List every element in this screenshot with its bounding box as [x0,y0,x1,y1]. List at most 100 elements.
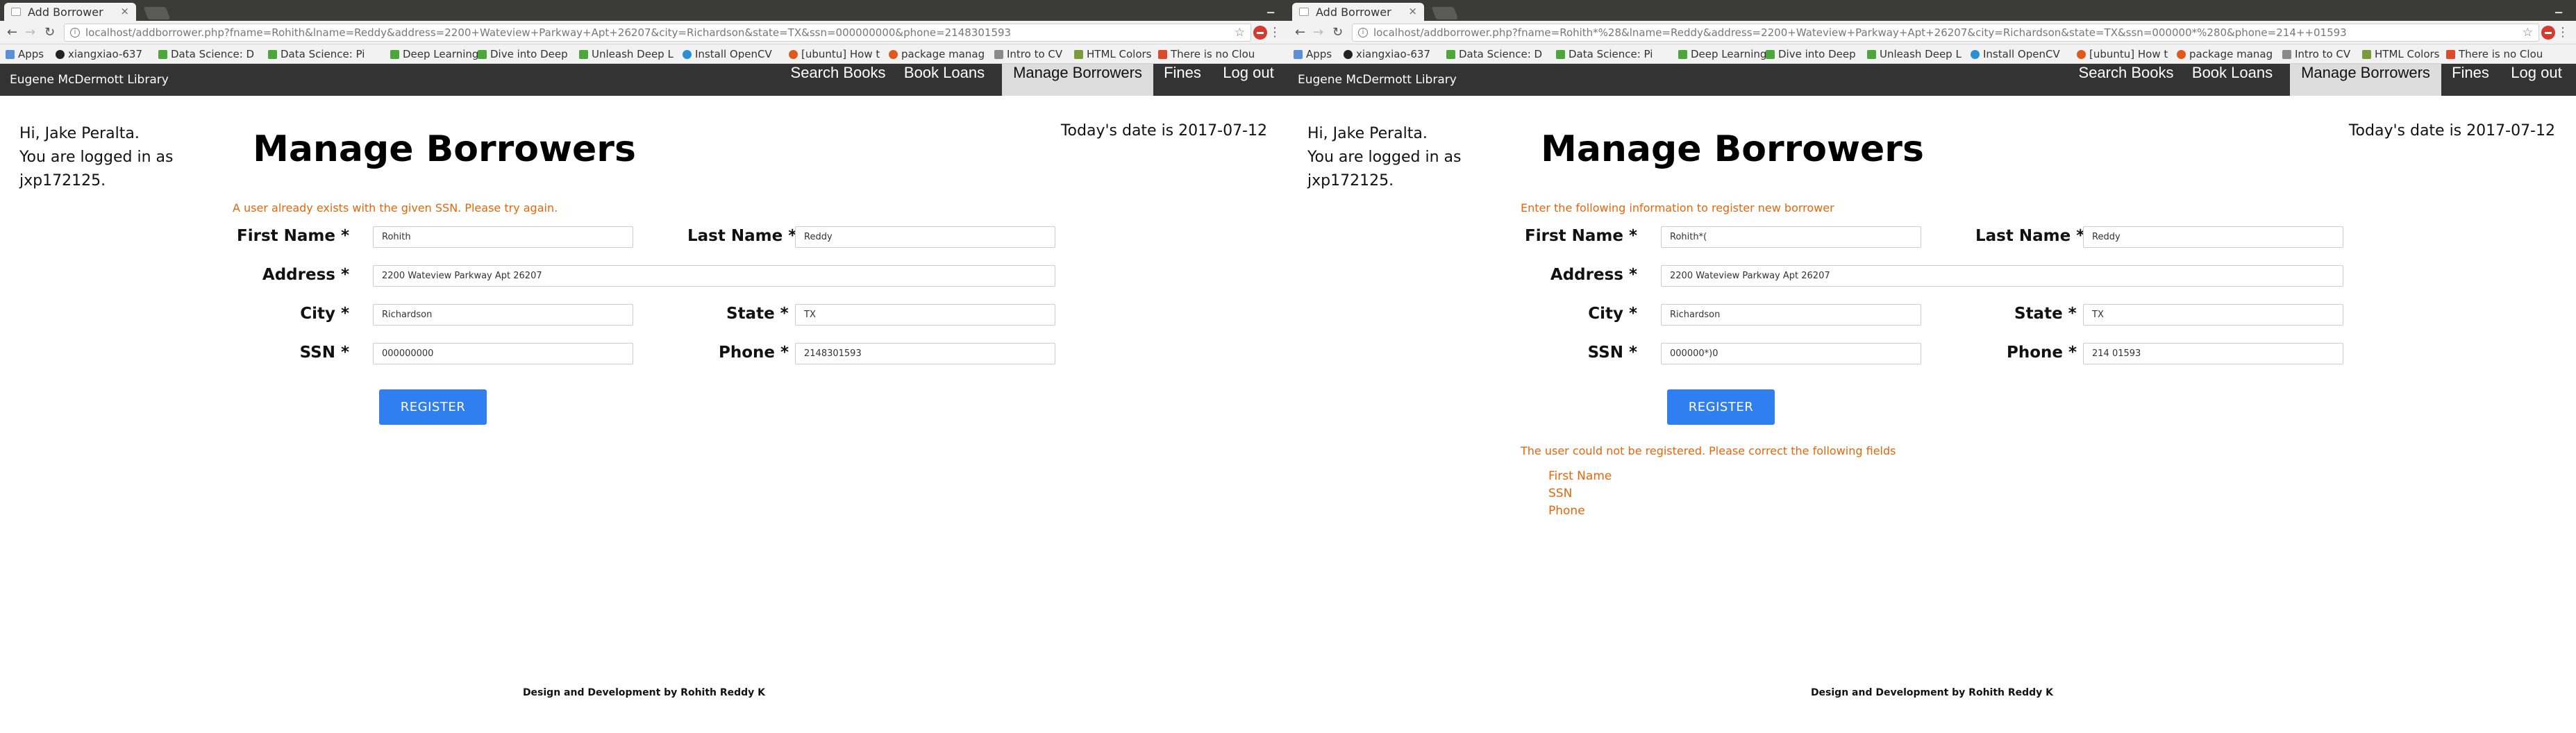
bookmark-item[interactable]: Dive into Deep [478,48,568,60]
page-title: Manage Borrowers [1541,128,1924,170]
browser-tab[interactable]: Add Borrower × [1292,3,1424,21]
state-label: State * [2014,305,2077,323]
github-icon [1344,50,1353,59]
minimize-icon[interactable]: ▁ [2555,3,2566,14]
first-name-field[interactable]: Rohith [373,226,633,248]
city-label: City * [1588,305,1637,323]
status-message: Enter the following information to regis… [1521,201,1834,214]
kebab-menu-icon[interactable]: ⋮ [2557,25,2569,40]
info-icon[interactable]: i [1358,28,1368,37]
apps-icon [6,50,15,59]
last-name-field[interactable]: Reddy [795,226,1055,248]
site-navbar: Eugene McDermott Library Search Books Bo… [0,64,1288,96]
nav-search-books[interactable]: Search Books [2075,64,2177,96]
url-input[interactable]: i localhost/addborrower.php?fname=Rohith… [1352,24,2539,42]
tab-title: Add Borrower [1316,6,1391,19]
nav-fines[interactable]: Fines [2443,64,2498,96]
bookmark-item[interactable]: xiangxiao-637 [56,48,142,60]
nav-manage-borrowers[interactable]: Manage Borrowers [1002,64,1153,96]
nav-book-loans[interactable]: Book Loans [901,64,987,96]
bookmark-item[interactable]: HTML Colors [2362,48,2440,60]
back-icon[interactable]: ← [1295,25,1305,40]
nav-log-out[interactable]: Log out [1214,64,1283,96]
city-field[interactable]: Richardson [1661,304,1921,326]
phone-field[interactable]: 2148301593 [795,343,1055,364]
back-icon[interactable]: ← [7,25,17,40]
bookmark-item[interactable]: Dive into Deep [1766,48,1856,60]
greeting-line: You are logged in as [19,149,174,166]
ssn-field[interactable]: 000000*)0 [1661,343,1921,364]
url-input[interactable]: i localhost/addborrower.php?fname=Rohith… [64,24,1251,42]
library-brand[interactable]: Eugene McDermott Library [10,73,169,87]
city-field[interactable]: Richardson [373,304,633,326]
bookmark-folder[interactable]: Intro to CV [994,48,1062,60]
forward-icon[interactable]: → [1313,25,1323,40]
reload-icon[interactable]: ↻ [44,25,55,40]
extension-icon[interactable] [2541,26,2555,40]
nav-log-out[interactable]: Log out [2502,64,2571,96]
library-brand[interactable]: Eugene McDermott Library [1298,73,1457,87]
bookmark-item[interactable]: xiangxiao-637 [1344,48,1430,60]
register-button[interactable]: REGISTER [379,389,487,425]
bookmark-item[interactable]: Data Science: Pi [268,48,365,60]
browser-window-left: Add Borrower × ▁ ← → ↻ i localhost/addbo… [0,0,1288,733]
bookmark-item[interactable]: Data Science: D [158,48,254,60]
bookmark-folder[interactable]: Intro to CV [2282,48,2350,60]
reload-icon[interactable]: ↻ [1332,25,1343,40]
last-name-field[interactable]: Reddy [2083,226,2343,248]
apps-icon [1294,50,1303,59]
ubuntu-icon [2177,50,2186,59]
address-field[interactable]: 2200 Wateview Parkway Apt 26207 [373,265,1055,287]
bookmark-item[interactable]: Deep Learning [390,48,478,60]
greeting-line: Hi, Jake Peralta. [1307,125,1428,142]
nav-manage-borrowers[interactable]: Manage Borrowers [2290,64,2441,96]
bookmark-item[interactable]: Install OpenCV [1971,48,2060,60]
first-name-field[interactable]: Rohith*( [1661,226,1921,248]
udemy-icon [1766,50,1775,59]
bookmark-item[interactable]: Install OpenCV [683,48,772,60]
new-tab-button[interactable] [1431,7,1459,19]
minimize-icon[interactable]: ▁ [1267,3,1278,14]
register-button[interactable]: REGISTER [1667,389,1775,425]
new-tab-button[interactable] [143,7,171,19]
tab-strip: Add Borrower × ▁ [1288,0,2576,21]
bookmark-item[interactable]: [ubuntu] How t [2077,48,2168,60]
phone-field[interactable]: 214 01593 [2083,343,2343,364]
forward-icon[interactable]: → [25,25,35,40]
bookmark-item[interactable]: Deep Learning [1678,48,1766,60]
page-icon [11,8,21,16]
extension-icon[interactable] [1253,26,1267,40]
close-tab-icon[interactable]: × [1408,5,1417,17]
kebab-menu-icon[interactable]: ⋮ [1269,25,1281,40]
bookmark-star-icon[interactable]: ☆ [2523,26,2533,40]
state-field[interactable]: TX [795,304,1055,326]
info-icon[interactable]: i [70,28,80,37]
bookmark-item[interactable]: Data Science: D [1446,48,1542,60]
address-field[interactable]: 2200 Wateview Parkway Apt 26207 [1661,265,2343,287]
bookmark-item[interactable]: There is no Clou [2446,48,2543,60]
state-field[interactable]: TX [2083,304,2343,326]
bookmark-item[interactable]: package manag [2177,48,2273,60]
bookmark-item[interactable]: Unleash Deep L [579,48,674,60]
bookmark-item[interactable]: package manag [889,48,985,60]
close-tab-icon[interactable]: × [120,5,129,17]
bookmark-item[interactable]: HTML Colors [1074,48,1152,60]
browser-tab[interactable]: Add Borrower × [4,3,136,21]
udemy-icon [1446,50,1455,59]
nav-search-books[interactable]: Search Books [787,64,889,96]
todays-date: Today's date is 2017-07-12 [1060,122,1267,140]
udemy-icon [1556,50,1565,59]
nav-fines[interactable]: Fines [1155,64,1210,96]
bookmark-item[interactable]: Unleash Deep L [1867,48,1962,60]
phone-label: Phone * [2007,344,2077,362]
folder-icon [994,50,1003,59]
bookmark-star-icon[interactable]: ☆ [1235,26,1245,40]
bookmark-item[interactable]: There is no Clou [1158,48,1255,60]
bookmark-apps[interactable]: Apps [6,48,44,60]
bookmark-item[interactable]: Data Science: Pi [1556,48,1653,60]
bookmark-apps[interactable]: Apps [1294,48,1332,60]
nav-book-loans[interactable]: Book Loans [2189,64,2275,96]
ssn-field[interactable]: 000000000 [373,343,633,364]
bookmark-item[interactable]: [ubuntu] How t [789,48,880,60]
browser-window-right: Add Borrower × ▁ ← → ↻ i localhost/addbo… [1288,0,2576,733]
